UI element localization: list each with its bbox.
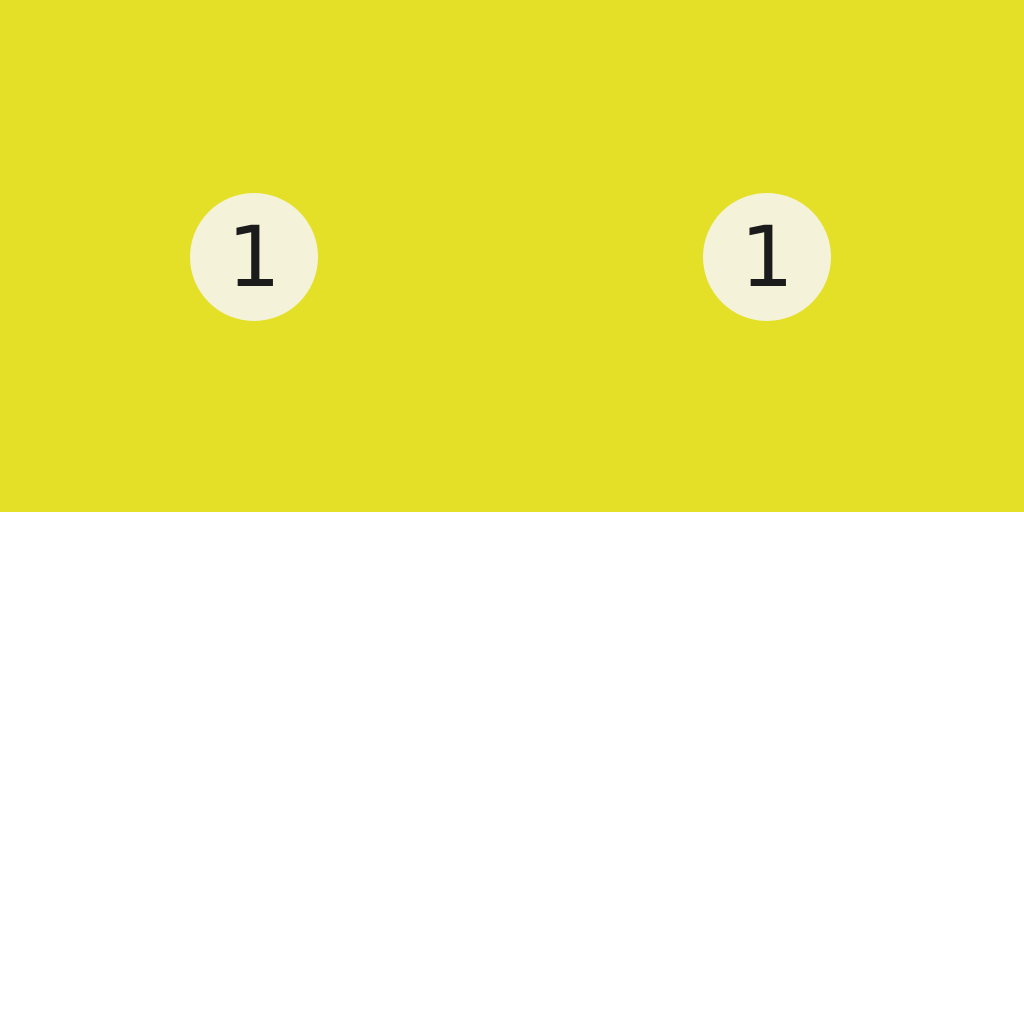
top-panel: 1 1 — [0, 0, 1024, 512]
number-badge-right: 1 — [703, 193, 831, 321]
number-badge-left-label: 1 — [227, 208, 281, 306]
number-badge-right-label: 1 — [740, 208, 794, 306]
number-badge-left: 1 — [190, 193, 318, 321]
screen: 1 1 — [0, 0, 1024, 1024]
bottom-panel — [0, 512, 1024, 1024]
